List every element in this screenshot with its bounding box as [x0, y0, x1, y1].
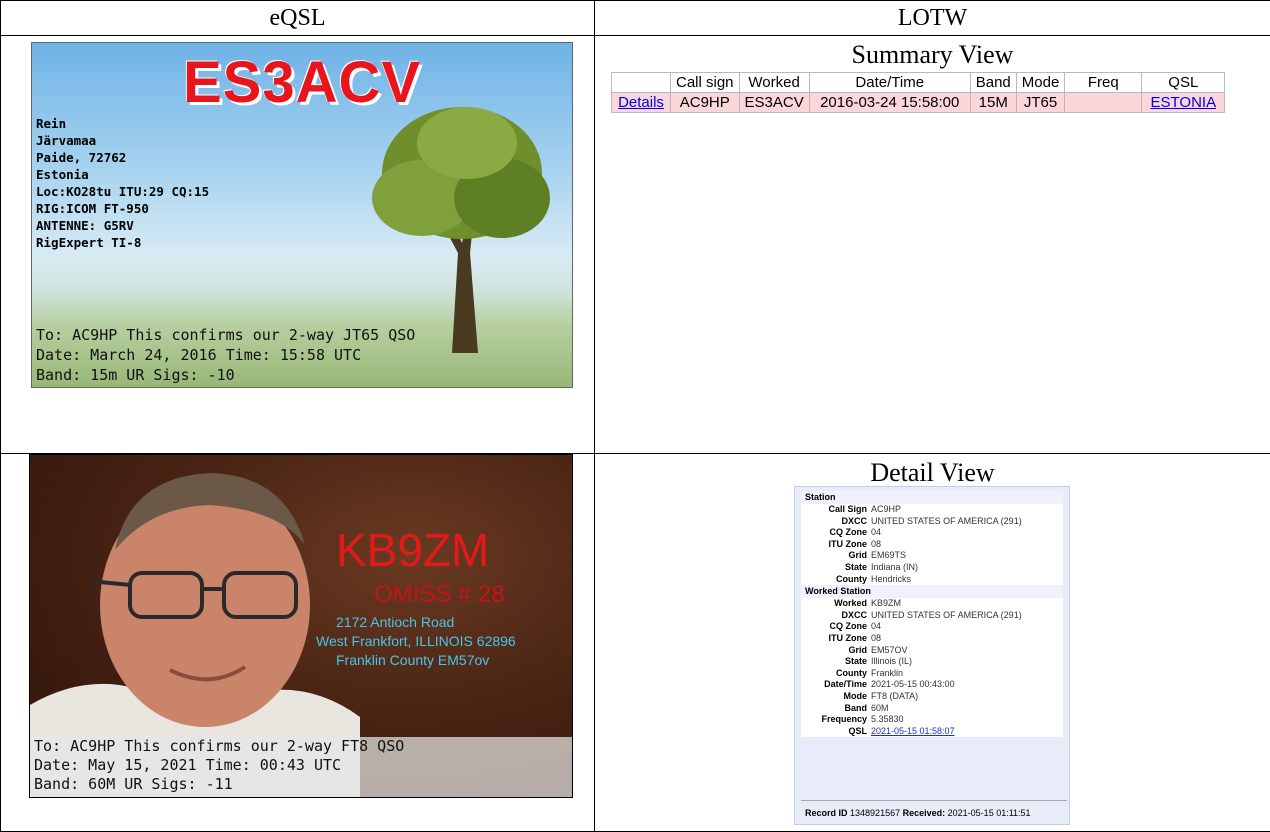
confirm-line: To: AC9HP This confirms our 2-way JT65 Q… — [36, 326, 416, 344]
eqsl-card-cell-2: KB9ZM OMISS # 28 2172 Antioch Road West … — [0, 453, 595, 832]
freq-cell — [1064, 92, 1143, 113]
address-line: Franklin County EM57ov — [336, 652, 490, 668]
detail-row: CQ Zone 04 — [829, 527, 882, 538]
eqsl-column-header: eQSL — [0, 0, 595, 36]
summary-view-title: Summary View — [851, 40, 1014, 69]
record-footer: Record ID 1348921567 Received: 2021-05-1… — [801, 800, 1067, 820]
omiss-number: OMISS # 28 — [374, 581, 505, 608]
info-line: Järvamaa — [36, 133, 97, 148]
detail-panel: Station Call Sign AC9HP DXCC UNITED STATES… — [794, 486, 1070, 825]
column-header: Band — [969, 72, 1017, 93]
station-address: 2172 Antioch Road West Frankfort, ILLINO… — [316, 613, 572, 670]
info-line: Rein — [36, 116, 67, 131]
detail-row: Date/Time 2021-05-15 00:43:00 — [824, 679, 955, 690]
tree-image — [372, 107, 550, 353]
info-line: Estonia — [36, 167, 89, 182]
column-header: Mode — [1015, 72, 1066, 93]
detail-row-qsl: QSL 2021-05-15 01:58:07 — [848, 725, 955, 736]
column-header — [611, 72, 671, 93]
table-row: Details AC9HP ES3ACV 2016-03-24 15:58:00… — [611, 92, 1226, 113]
column-header: QSL — [1141, 72, 1226, 93]
detail-row: ITU Zone 08 — [828, 538, 882, 549]
detail-row: CQ Zone 04 — [829, 621, 882, 632]
detail-row: Band 60M — [844, 702, 889, 713]
column-header: Freq — [1064, 72, 1143, 93]
detail-row: Grid EM69TS — [848, 550, 907, 561]
received-value: 2021-05-15 01:11:51 — [947, 808, 1031, 818]
info-line: ANTENNE: G5RV — [36, 218, 134, 233]
mode-cell: JT65 — [1015, 92, 1066, 113]
lotw-column-header: LOTW — [594, 0, 1270, 36]
confirm-line: Band: 60M UR Sigs: -11 — [34, 775, 233, 793]
qso-confirmation: To: AC9HP This confirms our 2-way JT65 Q… — [36, 325, 415, 385]
detail-row: State Illinois (IL) — [844, 656, 913, 667]
detail-row: ITU Zone 08 — [828, 632, 882, 643]
record-id-value: 1348921567 — [850, 808, 901, 818]
info-line: RigExpert TI-8 — [36, 235, 142, 250]
station-info: Rein Järvamaa Paide, 72762 Estonia Loc:K… — [36, 115, 209, 251]
confirm-line: To: AC9HP This confirms our 2-way FT8 QS… — [34, 737, 405, 755]
qsl-link[interactable]: ESTONIA — [1151, 94, 1217, 111]
detail-row: Call Sign AC9HP — [828, 504, 902, 514]
callsign-title: ES3ACV — [182, 50, 422, 115]
band-cell: 15M — [969, 92, 1017, 113]
received-label: Received: — [902, 808, 946, 818]
qso-confirmation: To: AC9HP This confirms our 2-way FT8 QS… — [34, 737, 404, 794]
confirm-line: Date: May 15, 2021 Time: 00:43 UTC — [34, 756, 342, 774]
eqsl-card-es3acv: ES3ACV Rein Järvamaa Paide, 72762 Estoni… — [31, 42, 573, 388]
summary-header-row: Call sign Worked Date/Time Band Mode Fre… — [611, 72, 1226, 93]
detail-row: Frequency 5.35830 — [821, 714, 904, 725]
summary-table: Call sign Worked Date/Time Band Mode Fre… — [611, 72, 1226, 113]
worked-section-header: Worked Station — [801, 585, 1063, 599]
lotw-summary-cell: Summary View Call sign Worked Date/Time … — [594, 35, 1270, 454]
detail-row: State Indiana (IN) — [844, 561, 919, 572]
eqsl-card-kb9zm: KB9ZM OMISS # 28 2172 Antioch Road West … — [29, 454, 573, 798]
station-section-header: Station — [801, 491, 1063, 504]
detail-row: County Hendricks — [836, 573, 912, 584]
detail-row: Grid EM57OV — [848, 644, 908, 655]
info-line: Paide, 72762 — [36, 150, 127, 165]
info-line: RIG:ICOM FT-950 — [36, 201, 149, 216]
detail-row: DXCC UNITED STATES OF AMERICA (291) — [841, 609, 1022, 620]
comparison-table: eQSL LOTW ES3ACV Rein Järvamaa Paide, 72… — [0, 0, 1270, 832]
datetime-cell: 2016-03-24 15:58:00 — [808, 92, 971, 113]
worked-cell: ES3ACV — [738, 92, 810, 113]
detail-row: DXCC UNITED STATES OF AMERICA (291) — [841, 515, 1022, 526]
column-header: Date/Time — [808, 72, 971, 93]
confirm-line: Band: 15m UR Sigs: -10 — [36, 366, 235, 384]
column-header: Call sign — [670, 72, 740, 93]
eqsl-card-cell-1: ES3ACV Rein Järvamaa Paide, 72762 Estoni… — [0, 35, 595, 454]
address-line: 2172 Antioch Road — [336, 614, 455, 630]
record-id-label: Record ID — [805, 808, 848, 818]
callsign-title: KB9ZM — [336, 524, 490, 576]
callsign-cell: AC9HP — [670, 92, 740, 113]
info-line: Loc:KO28tu ITU:29 CQ:15 — [36, 184, 210, 199]
column-header: Worked — [738, 72, 810, 93]
detail-row: County Franklin — [836, 667, 904, 678]
detail-row: Worked KB9ZM — [834, 598, 902, 609]
detail-row: Mode FT8 (DATA) — [843, 690, 919, 701]
detail-view-title: Detail View — [870, 458, 995, 487]
address-line: West Frankfort, ILLINOIS 62896 — [316, 633, 516, 649]
confirm-line: Date: March 24, 2016 Time: 15:58 UTC — [36, 346, 362, 364]
lotw-detail-cell: Detail View Station Call Sign AC9HP DXCC U… — [594, 453, 1270, 832]
details-link[interactable]: Details — [618, 94, 664, 111]
qsl-date-link[interactable]: 2021-05-15 01:58:07 — [871, 726, 955, 736]
